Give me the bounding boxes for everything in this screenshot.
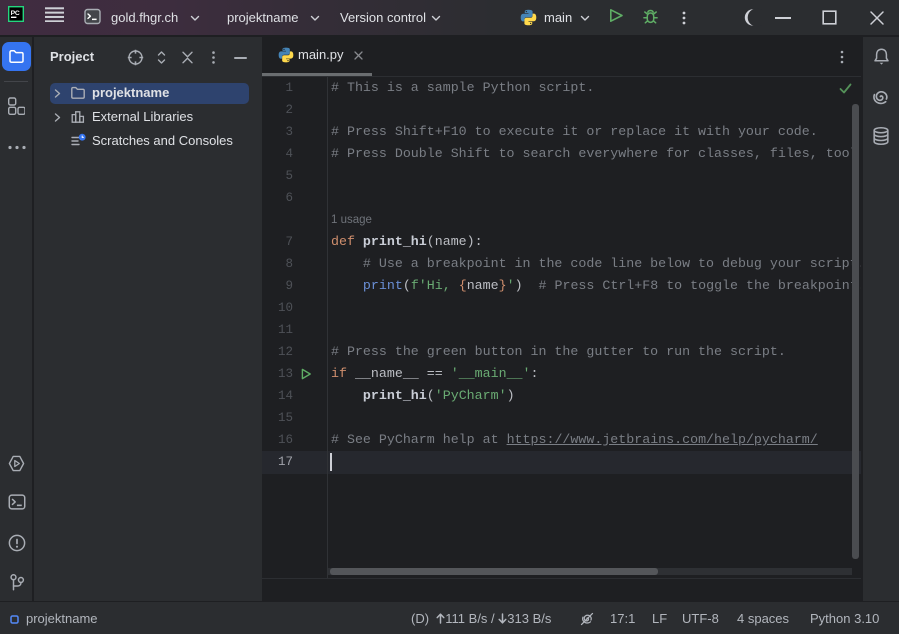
svg-text:PC: PC bbox=[11, 10, 20, 17]
